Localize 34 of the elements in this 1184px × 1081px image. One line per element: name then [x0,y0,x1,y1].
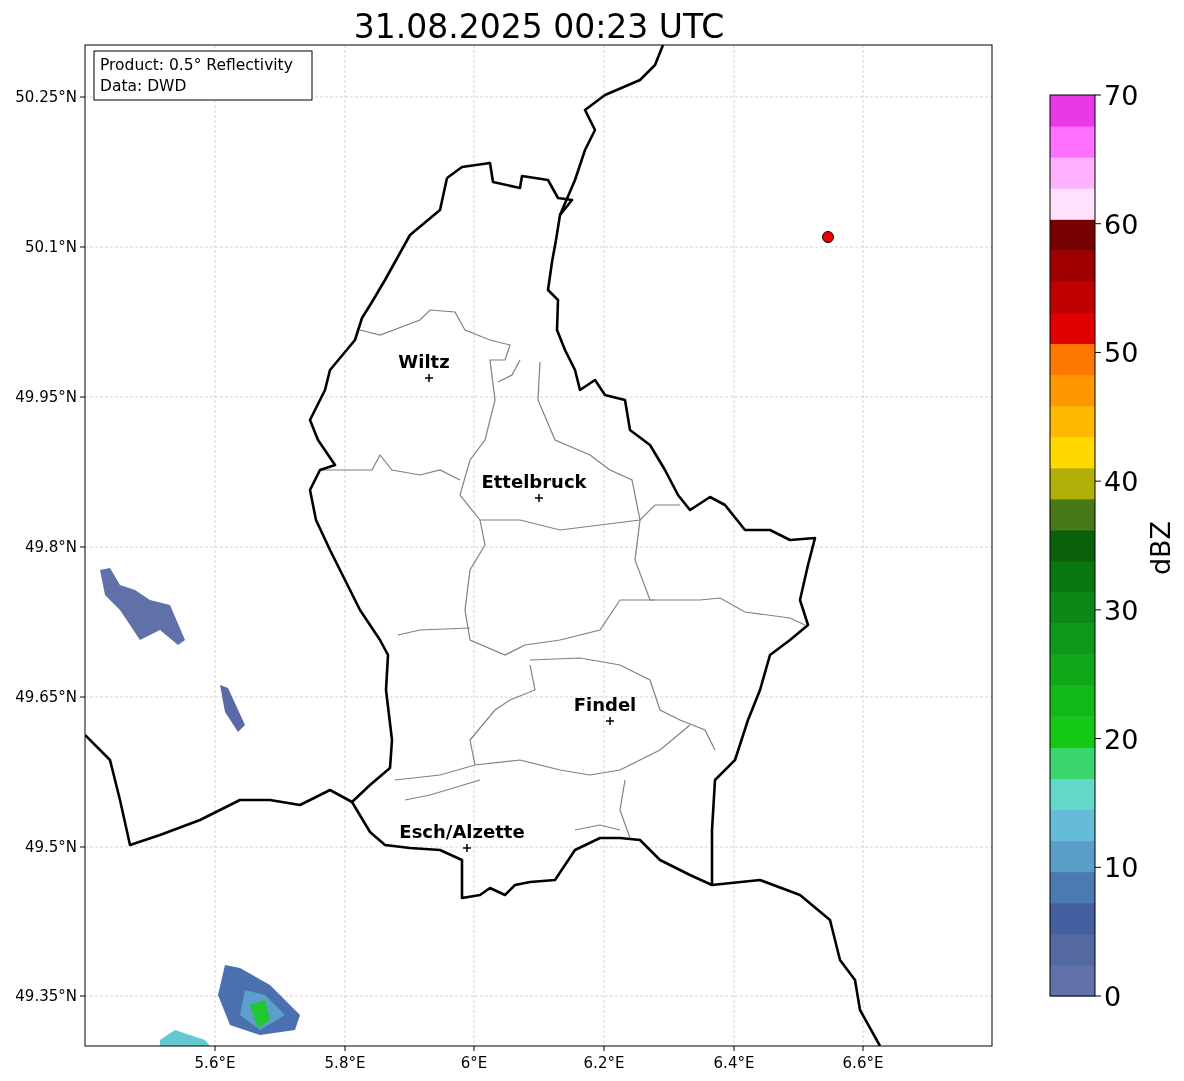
colorbar-tick-label: 10 [1104,852,1139,884]
chart-title: 31.08.2025 00:23 UTC [353,7,725,46]
city-marker-icon [534,493,544,503]
city-marker-icon [424,373,434,383]
city-label: Esch/Alzette [399,821,525,842]
colorbar-label: dBZ [1145,520,1176,576]
info-text: Product: 0.5° Reflectivity [100,56,293,74]
x-tick-label: 5.6°E [194,1054,236,1072]
info-text: Data: DWD [100,77,187,95]
city-label: Ettelbruck [481,471,587,492]
y-tick-label: 49.5°N [24,838,77,856]
colorbar-tick-label: 60 [1104,208,1139,240]
city-label: Wiltz [398,351,450,372]
city-marker-icon [605,716,615,726]
x-tick-label: 5.8°E [324,1054,366,1072]
colorbar-tick-label: 20 [1104,723,1139,755]
station-dot [822,231,834,243]
y-tick-label: 50.1°N [24,238,77,256]
y-tick-label: 50.25°N [15,88,77,106]
x-tick-label: 6.4°E [713,1054,755,1072]
city-label: Findel [573,694,637,715]
city-marker-icon [462,843,472,853]
y-tick-label: 49.35°N [15,987,77,1005]
y-tick-label: 49.65°N [15,688,77,706]
colorbar-tick-label: 0 [1104,981,1122,1012]
x-tick-label: 6°E [460,1054,488,1072]
colorbar-tick-label: 50 [1104,337,1139,369]
y-tick-label: 49.8°N [24,538,77,556]
x-tick-label: 6.6°E [842,1054,884,1072]
colorbar-tick-label: 40 [1104,466,1139,498]
colorbar-tick-label: 70 [1104,80,1139,111]
colorbar-tick-label: 30 [1104,594,1139,626]
x-tick-label: 6.2°E [583,1054,625,1072]
y-tick-label: 49.95°N [15,388,77,406]
